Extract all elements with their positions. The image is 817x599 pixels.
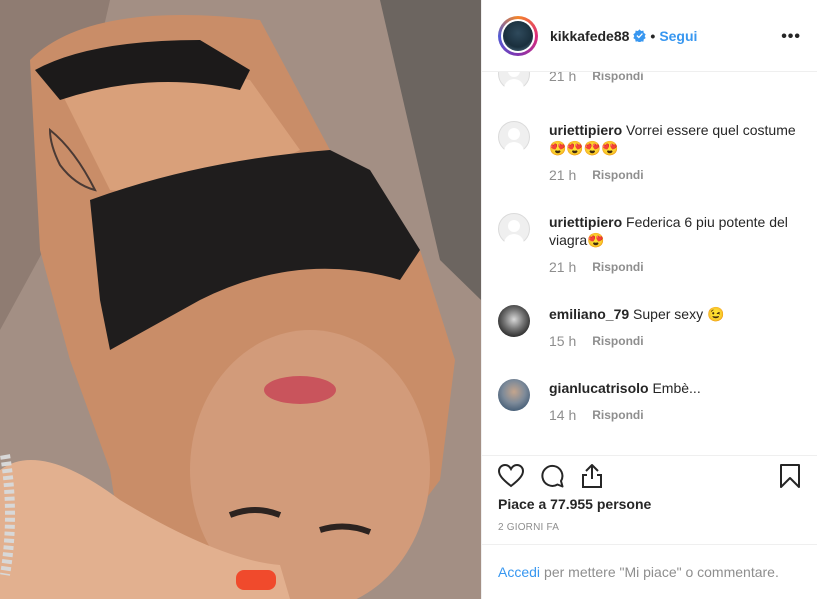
comment-emoji: 😉 <box>706 306 725 322</box>
comment-message: Embè... <box>648 380 701 396</box>
comment-text: uriettipiero Vorrei essere quel costume … <box>549 121 801 157</box>
commenter-avatar[interactable] <box>498 305 530 337</box>
author-avatar[interactable] <box>498 15 538 56</box>
comment-item: gianlucatrisolo Embè... 14 h Rispondi <box>498 379 801 424</box>
comment-text: uriettipiero Federica 6 piu potente del … <box>549 213 801 249</box>
comment-message: Vorrei essere quel costume <box>622 122 796 138</box>
comment-meta: 21 h Rispondi <box>549 72 801 85</box>
comment-time[interactable]: 14 h <box>549 407 576 424</box>
comment-meta: 21 h Rispondi <box>549 259 801 276</box>
reply-button[interactable]: Rispondi <box>592 167 643 184</box>
comment-text: emiliano_79 Super sexy 😉 <box>549 305 801 323</box>
comment-text: gianlucatrisolo Embè... <box>549 379 801 397</box>
post-sidebar: kikkafede88 • Segui ••• 21 h Rispondi ur… <box>481 0 817 599</box>
likes-count[interactable]: Piace a 77.955 persone <box>498 496 801 512</box>
comment-meta: 14 h Rispondi <box>549 407 801 424</box>
reply-button[interactable]: Rispondi <box>592 72 643 85</box>
post-photo-illustration <box>0 0 481 599</box>
heart-icon[interactable] <box>498 464 524 488</box>
comment-item: 21 h Rispondi <box>498 72 801 90</box>
commenter-avatar[interactable] <box>498 213 530 245</box>
login-prompt-text: per mettere "Mi piace" o commentare. <box>544 564 779 580</box>
commenter-username[interactable]: gianlucatrisolo <box>549 380 649 396</box>
comment-message: Super sexy <box>629 306 707 322</box>
comment-item: uriettipiero Vorrei essere quel costume … <box>498 121 801 184</box>
login-link[interactable]: Accedi <box>498 564 540 580</box>
comment-item: uriettipiero Federica 6 piu potente del … <box>498 213 801 276</box>
commenter-username[interactable]: uriettipiero <box>549 122 622 138</box>
post-photo[interactable] <box>0 0 481 599</box>
comment-time[interactable]: 21 h <box>549 72 576 85</box>
commenter-avatar[interactable] <box>498 379 530 411</box>
comment-time[interactable]: 15 h <box>549 333 576 350</box>
comment-item: emiliano_79 Super sexy 😉 15 h Rispondi <box>498 305 801 350</box>
comment-meta: 15 h Rispondi <box>549 333 801 350</box>
action-icons-row <box>498 456 801 496</box>
login-prompt: Accedi per mettere "Mi piace" o commenta… <box>482 544 817 599</box>
comments-list[interactable]: 21 h Rispondi uriettipiero Vorrei essere… <box>482 72 817 455</box>
comment-emoji: 😍😍😍😍 <box>549 140 619 156</box>
post-date[interactable]: 2 GIORNI FA <box>498 522 801 533</box>
header-separator: • <box>650 27 656 44</box>
share-icon[interactable] <box>580 463 604 489</box>
comment-icon[interactable] <box>540 464 564 488</box>
post-actions: Piace a 77.955 persone 2 GIORNI FA <box>482 455 817 533</box>
reply-button[interactable]: Rispondi <box>592 259 643 276</box>
comment-time[interactable]: 21 h <box>549 167 576 184</box>
commenter-username[interactable]: uriettipiero <box>549 214 622 230</box>
follow-button[interactable]: Segui <box>659 28 697 44</box>
post-header: kikkafede88 • Segui ••• <box>482 0 817 72</box>
reply-button[interactable]: Rispondi <box>592 333 643 350</box>
comment-meta: 21 h Rispondi <box>549 167 801 184</box>
reply-button[interactable]: Rispondi <box>592 407 643 424</box>
verified-badge-icon <box>633 29 647 42</box>
commenter-avatar[interactable] <box>498 72 530 90</box>
commenter-username[interactable]: emiliano_79 <box>549 306 629 322</box>
comment-emoji: 😍 <box>587 232 605 248</box>
bookmark-icon[interactable] <box>779 463 801 489</box>
comment-time[interactable]: 21 h <box>549 259 576 276</box>
more-options-icon[interactable]: ••• <box>781 28 801 46</box>
author-username[interactable]: kikkafede88 <box>550 28 629 44</box>
commenter-avatar[interactable] <box>498 121 530 153</box>
